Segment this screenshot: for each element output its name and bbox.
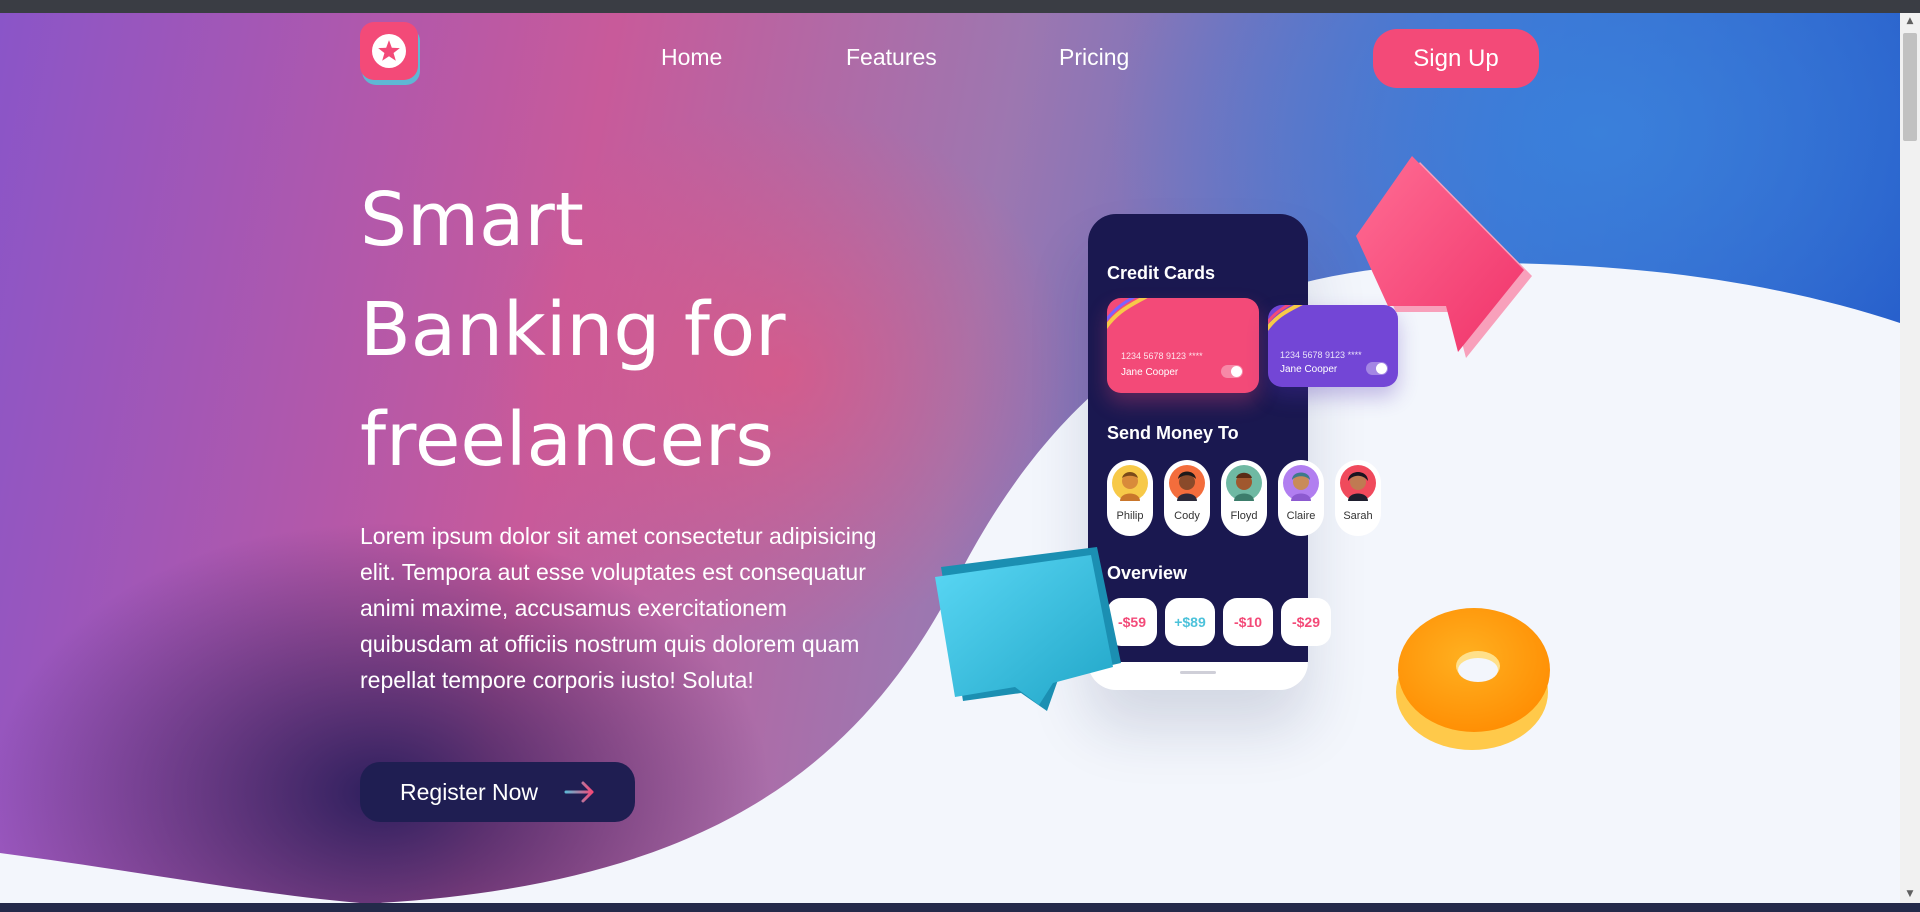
headline-line-2: Banking for [360, 287, 786, 373]
headline-line-1: Smart [360, 177, 584, 263]
transaction-amount[interactable]: -$29 [1281, 598, 1331, 646]
contact-sarah[interactable]: Sarah [1335, 460, 1381, 536]
card-holder: Jane Cooper [1121, 367, 1179, 378]
contact-name: Claire [1286, 510, 1316, 522]
scroll-up-icon[interactable]: ▲ [1900, 13, 1920, 30]
nav-pricing-link[interactable]: Pricing [1059, 44, 1129, 71]
arrow-right-icon [564, 781, 594, 803]
avatar [1112, 465, 1148, 501]
brand-logo[interactable] [360, 22, 418, 80]
contact-claire[interactable]: Claire [1278, 460, 1324, 536]
card-number: 1234 5678 9123 **** [1280, 350, 1362, 360]
transaction-amount[interactable]: -$10 [1223, 598, 1273, 646]
contact-name: Cody [1174, 510, 1200, 522]
card-holder: Jane Cooper [1280, 364, 1338, 375]
nav-features-link[interactable]: Features [846, 44, 937, 71]
hero-wave-shape [0, 263, 1900, 903]
send-money-title: Send Money To [1107, 423, 1239, 443]
hero-description: Lorem ipsum dolor sit amet consectetur a… [360, 523, 877, 693]
card-toggle[interactable] [1366, 362, 1388, 375]
avatar [1226, 465, 1262, 501]
page-scrollbar[interactable]: ▲ ▼ [1900, 13, 1920, 903]
blue-chat-bubble-3d-icon [935, 547, 1121, 711]
home-indicator [1180, 671, 1216, 674]
contact-name: Sarah [1343, 510, 1373, 522]
card-swirl-icon [1268, 305, 1303, 332]
register-now-button[interactable]: Register Now [360, 762, 635, 822]
card-number: 1234 5678 9123 **** [1121, 351, 1203, 361]
contact-cody[interactable]: Cody [1164, 460, 1210, 536]
card-toggle[interactable] [1221, 365, 1243, 378]
orange-donut-3d-icon [1396, 608, 1550, 750]
contact-name: Floyd [1230, 510, 1258, 522]
credit-cards-title: Credit Cards [1107, 263, 1216, 283]
browser-top-bar [0, 0, 1920, 13]
headline-line-3: freelancers [360, 397, 774, 483]
sign-up-button[interactable]: Sign Up [1373, 29, 1539, 88]
contact-name: Philip [1116, 510, 1144, 522]
transaction-amount[interactable]: +$89 [1165, 598, 1215, 646]
contact-philip[interactable]: Philip [1107, 460, 1153, 536]
browser-bottom-bar [0, 903, 1920, 912]
card-swirl-icon [1107, 298, 1148, 330]
star-logo-icon [372, 34, 406, 68]
avatar [1169, 465, 1205, 501]
pink-chat-bubble-3d-icon [1356, 156, 1532, 358]
register-label: Register Now [400, 778, 539, 805]
contact-floyd[interactable]: Floyd [1221, 460, 1267, 536]
credit-card-primary[interactable]: 1234 5678 9123 **** Jane Cooper [1107, 298, 1259, 393]
avatar [1340, 465, 1376, 501]
scroll-thumb[interactable] [1903, 33, 1917, 141]
nav-home-link[interactable]: Home [661, 44, 722, 71]
scroll-down-icon[interactable]: ▼ [1900, 886, 1920, 903]
avatar [1283, 465, 1319, 501]
hero-headline: Smart Banking for freelancers [360, 165, 786, 495]
